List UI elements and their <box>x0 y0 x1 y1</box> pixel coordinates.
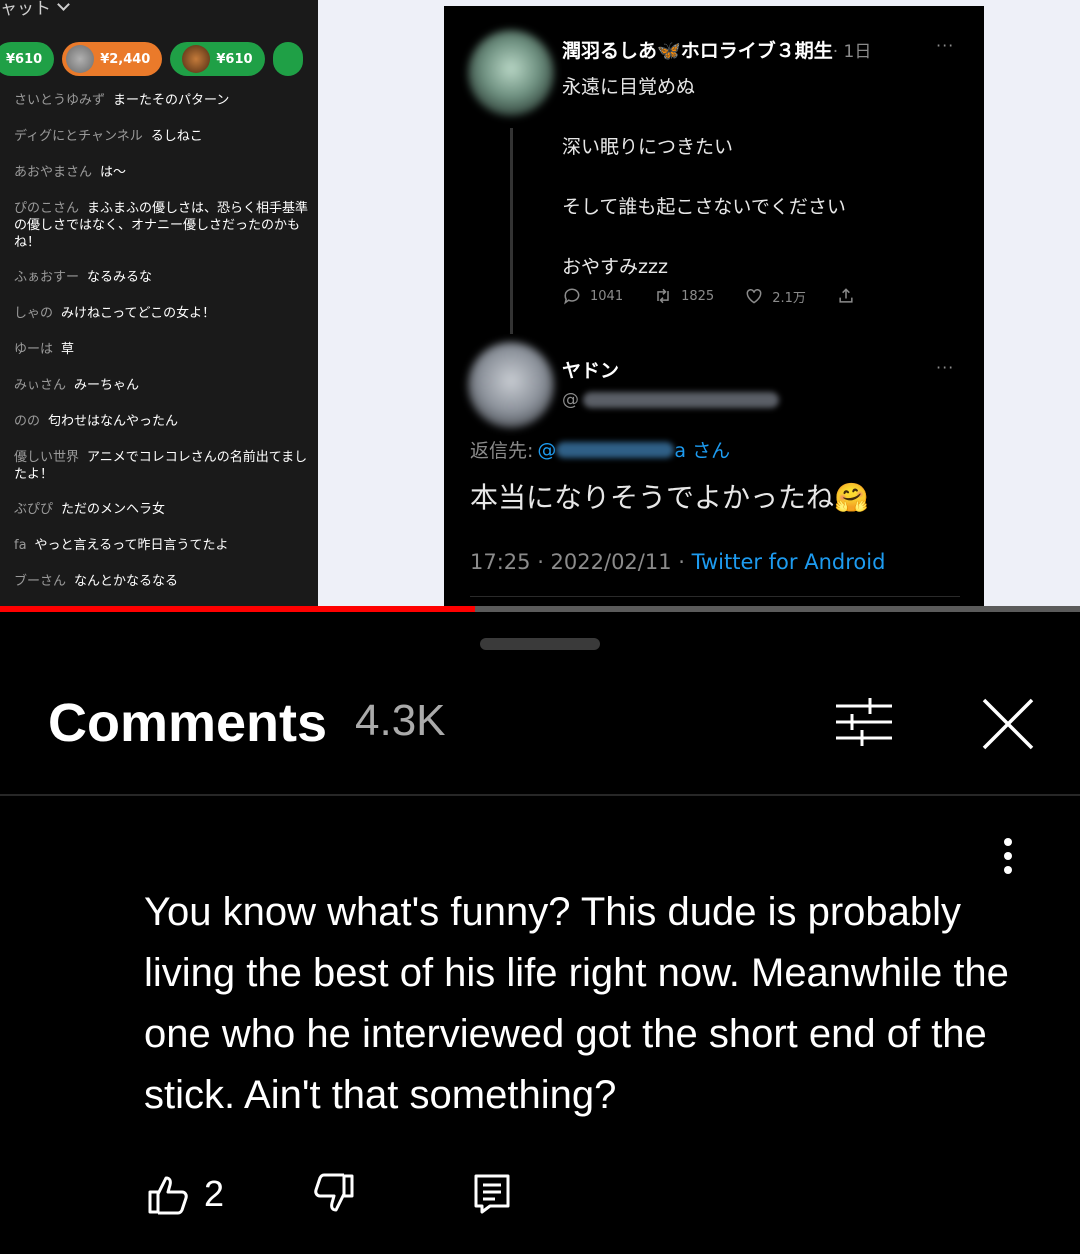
thumbs-up-icon <box>148 1176 188 1215</box>
sliders-icon <box>836 698 892 746</box>
chat-header-label: ャット <box>0 0 51 19</box>
chat-message: ぴのこさん まふまふの優しさは、恐らく相手基準の優しさではなく、オナニー優しさだっ… <box>14 201 309 250</box>
chat-message: ブーさん なんとかなるなる <box>14 574 179 589</box>
thread-line <box>510 128 513 334</box>
dot <box>1004 866 1012 874</box>
super-chat-chip[interactable]: ¥610 <box>0 42 55 76</box>
chat-message-list: さいとうゆみず まーたそのパターン ディグにとチャンネル るしねこ あおやまさん は～… <box>14 92 318 609</box>
chat-message: 優しい世界 アニメでコレコレさんの名前出てましたよ！ <box>14 450 308 482</box>
tweet-line: そして誰も起こさないでください <box>562 196 846 218</box>
reply-button[interactable] <box>468 1170 516 1218</box>
tweet-line: 永遠に目覚めぬ <box>562 76 696 98</box>
super-chat-chip[interactable] <box>272 42 303 76</box>
tweet-retweet-count: 1825 <box>653 286 714 306</box>
close-icon <box>982 698 1034 750</box>
chat-message: fa やっと言えるって昨日言うてたよ <box>14 538 229 553</box>
video-progress-bar[interactable] <box>0 606 1080 612</box>
header-divider <box>0 794 1080 796</box>
like-button[interactable]: 2 <box>144 1170 224 1218</box>
chip-amount: ¥2,440 <box>100 51 151 67</box>
more-icon: ··· <box>936 36 955 55</box>
dislike-button[interactable] <box>310 1170 358 1218</box>
replying-to: 返信先: @ a さん <box>470 438 731 463</box>
video-progress-fill <box>0 606 476 612</box>
close-button[interactable] <box>976 692 1040 756</box>
avatar <box>66 45 95 73</box>
comments-count: 4.3K <box>355 696 446 745</box>
avatar <box>182 45 211 73</box>
live-chat-panel: ャット ¥610 ¥2,440 ¥610 さいとうゆみず まーたそのパターン ディ… <box>0 0 318 612</box>
reply-footer: 17:25 · 2022/02/11 · Twitter for Android <box>470 550 886 574</box>
chat-message: のの 匂わせはなんやったん <box>14 414 179 429</box>
dot <box>1004 838 1012 846</box>
reply-icon <box>474 1174 510 1214</box>
avatar <box>468 342 554 428</box>
butterfly-icon: 🦋 <box>657 40 681 62</box>
redacted-handle <box>583 392 779 408</box>
drag-handle[interactable] <box>480 638 600 650</box>
comments-title: Comments <box>48 693 328 753</box>
super-chat-chip[interactable]: ¥2,440 <box>62 42 163 76</box>
comment-more-button[interactable] <box>990 834 1026 878</box>
reply-bubble-icon <box>564 288 580 305</box>
share-icon <box>836 286 856 306</box>
tweet-actions: 1041 1825 2.1万 <box>562 286 886 306</box>
chat-message: しゃの みけねこってどこの女よ！ <box>14 306 216 321</box>
sort-filter-button[interactable] <box>832 692 896 752</box>
redacted-handle <box>556 441 675 458</box>
comment-text: You know what's funny? This dude is prob… <box>144 890 1009 1117</box>
chip-amount: ¥610 <box>6 51 43 67</box>
tweet-reply-count: 1041 <box>562 286 623 306</box>
reply-body: 本当になりそうでよかったね🤗 <box>470 481 869 514</box>
chat-message: ぶぴぴ ただのメンヘラ女 <box>14 502 166 517</box>
chat-message: ゆーは草 <box>14 342 75 357</box>
more-icon: ··· <box>936 358 955 377</box>
super-chat-tickers: ¥610 ¥2,440 ¥610 <box>0 42 303 76</box>
thumbs-down-icon <box>314 1173 354 1212</box>
heart-icon <box>746 288 762 304</box>
reply-handle: @ <box>562 390 779 410</box>
divider <box>470 596 960 597</box>
dot <box>1004 852 1012 860</box>
chat-message: あおやまさん は～ <box>14 165 127 180</box>
like-count: 2 <box>204 1173 225 1214</box>
chat-message: ふぁおすー なるみるな <box>14 270 153 285</box>
chat-message: みぃさん みーちゃん <box>14 378 140 393</box>
tweet-line: おやすみzzz <box>562 256 668 278</box>
retweet-icon <box>657 288 669 304</box>
reply-author: ヤドン <box>562 360 620 382</box>
super-chat-chip[interactable]: ¥610 <box>170 42 265 76</box>
comment-actions: 2 <box>144 1166 516 1222</box>
tweet-author: 潤羽るしあ🦋ホロライブ３期生· 1日 <box>562 40 872 62</box>
video-player[interactable]: ャット ¥610 ¥2,440 ¥610 さいとうゆみず まーたそのパターン ディ… <box>0 0 1080 612</box>
chat-message: ディグにとチャンネル るしねこ <box>14 129 203 144</box>
chevron-down-icon <box>57 0 70 11</box>
tweet-screenshot: 潤羽るしあ🦋ホロライブ３期生· 1日 ··· 永遠に目覚めぬ 深い眠りにつきたい… <box>444 6 984 612</box>
chat-header: ャット <box>0 0 70 19</box>
avatar <box>468 30 554 116</box>
chip-amount: ¥610 <box>216 51 253 67</box>
tweet-line: 深い眠りにつきたい <box>562 136 734 158</box>
tweet-like-count: 2.1万 <box>744 286 806 306</box>
chat-message: さいとうゆみず まーたそのパターン <box>14 93 230 108</box>
